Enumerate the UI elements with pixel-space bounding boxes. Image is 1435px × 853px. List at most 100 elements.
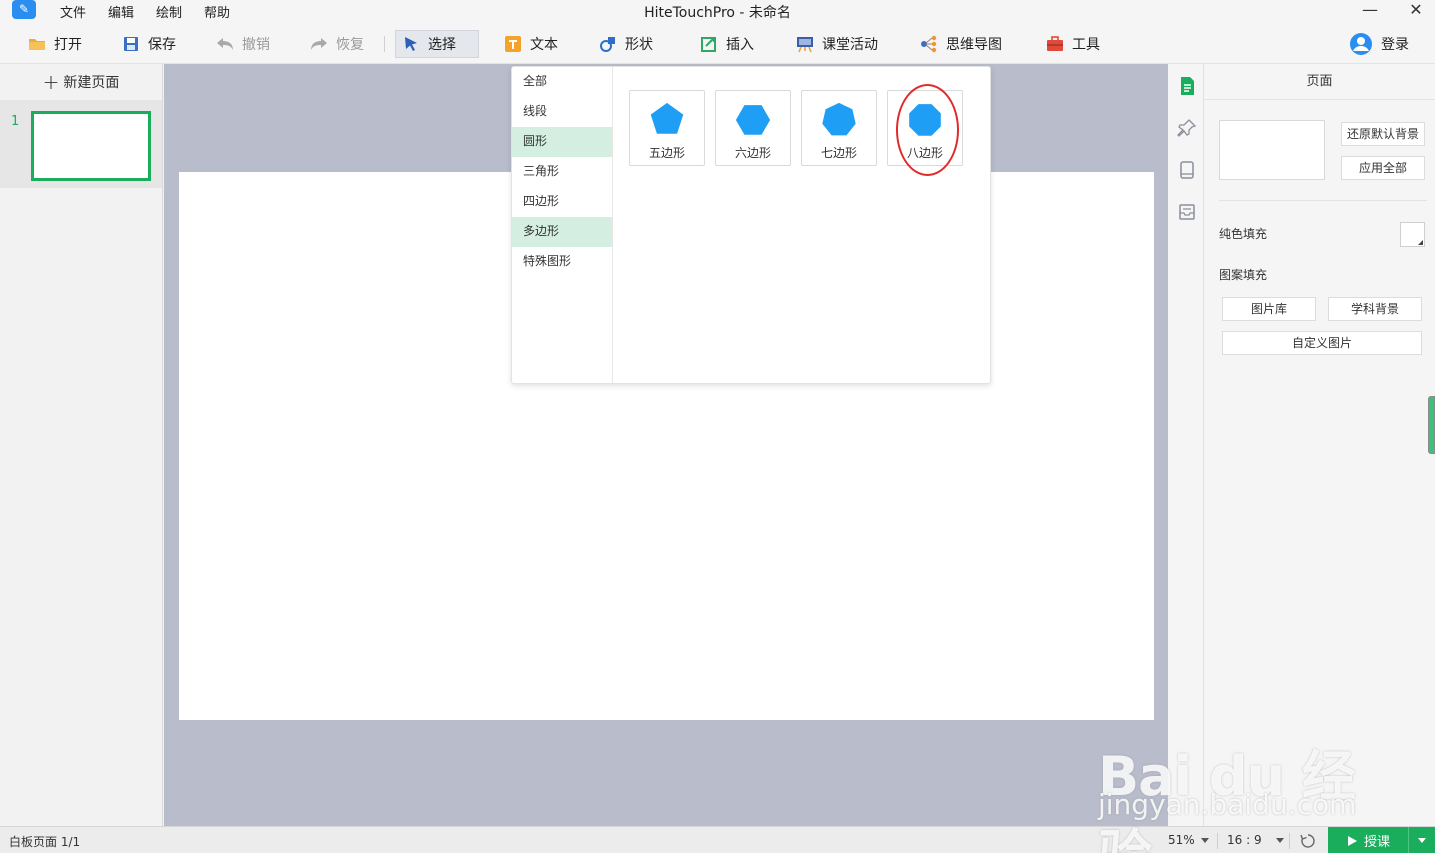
undo-button[interactable]: 撤销 bbox=[210, 30, 276, 58]
shape-pentagon[interactable]: 五边形 bbox=[629, 90, 705, 166]
toolbar-separator bbox=[384, 36, 385, 52]
toolbar: 打开 保存 撤销 恢复 选择 文本 形状 插入 课堂活动 思维导图 工具 登录 bbox=[0, 22, 1435, 64]
aspect-ratio-value: 16 : 9 bbox=[1227, 833, 1262, 847]
login-button[interactable]: 登录 bbox=[1343, 30, 1415, 58]
text-icon bbox=[504, 35, 522, 53]
archive-icon[interactable] bbox=[1177, 202, 1197, 222]
mindmap-button[interactable]: 思维导图 bbox=[914, 30, 1008, 58]
category-circle[interactable]: 圆形 bbox=[512, 127, 612, 157]
cursor-icon bbox=[402, 35, 420, 53]
fill-color-swatch[interactable] bbox=[1400, 222, 1425, 247]
shape-heptagon[interactable]: 七边形 bbox=[801, 90, 877, 166]
menu-edit[interactable]: 编辑 bbox=[108, 2, 134, 21]
subject-background-button[interactable]: 学科背景 bbox=[1328, 297, 1422, 321]
heptagon-icon bbox=[822, 102, 856, 136]
insert-label: 插入 bbox=[726, 37, 754, 53]
minimize-button[interactable]: — bbox=[1355, 0, 1385, 22]
status-separator bbox=[1289, 833, 1290, 849]
shape-hexagon[interactable]: 六边形 bbox=[715, 90, 791, 166]
zoom-value: 51% bbox=[1168, 833, 1195, 847]
window-title: HiteTouchPro - 未命名 bbox=[644, 5, 791, 21]
category-polygon[interactable]: 多边形 bbox=[512, 217, 612, 247]
redo-icon bbox=[310, 35, 328, 53]
pattern-fill-label: 图案填充 bbox=[1219, 268, 1268, 282]
teach-button[interactable]: 授课 bbox=[1328, 827, 1408, 853]
book-icon[interactable] bbox=[1177, 160, 1197, 180]
chevron-down-icon bbox=[1275, 838, 1284, 843]
properties-panel: 页面 还原默认背景 应用全部 纯色填充 图案填充 图片库 学科背景 自定义图片 bbox=[1204, 64, 1435, 826]
open-button[interactable]: 打开 bbox=[22, 30, 88, 58]
status-bar: 白板页面 1/1 51% 16 : 9 授课 bbox=[0, 826, 1435, 853]
menu-help[interactable]: 帮助 bbox=[204, 2, 230, 21]
pentagon-shape bbox=[650, 102, 684, 134]
menu-draw[interactable]: 绘制 bbox=[156, 2, 182, 21]
new-page-button[interactable]: + 新建页面 bbox=[0, 64, 162, 100]
aspect-ratio-select[interactable]: 16 : 9 bbox=[1227, 833, 1284, 847]
pages-panel: + 新建页面 1 bbox=[0, 64, 163, 826]
tools-label: 工具 bbox=[1072, 37, 1100, 53]
custom-image-button[interactable]: 自定义图片 bbox=[1222, 331, 1422, 355]
login-label: 登录 bbox=[1381, 37, 1409, 53]
teach-options-dropdown[interactable] bbox=[1408, 827, 1435, 853]
status-separator bbox=[1217, 833, 1218, 849]
select-label: 选择 bbox=[428, 37, 456, 53]
undo-label: 撤销 bbox=[242, 37, 270, 53]
page-settings-icon[interactable] bbox=[1177, 76, 1197, 96]
shape-octagon[interactable]: 八边形 bbox=[887, 90, 963, 166]
user-avatar-icon bbox=[1349, 32, 1373, 56]
pin-icon[interactable] bbox=[1177, 118, 1197, 138]
classroom-icon bbox=[796, 35, 814, 53]
category-special[interactable]: 特殊图形 bbox=[512, 247, 612, 277]
reset-background-button[interactable]: 还原默认背景 bbox=[1341, 122, 1425, 146]
shape-label: 七边形 bbox=[820, 146, 857, 160]
category-all[interactable]: 全部 bbox=[512, 67, 612, 97]
pentagon-icon bbox=[650, 102, 684, 134]
tools-button[interactable]: 工具 bbox=[1040, 30, 1106, 58]
new-page-label: 新建页面 bbox=[63, 75, 120, 91]
menu-file[interactable]: 文件 bbox=[60, 2, 86, 21]
page-thumbnail[interactable] bbox=[31, 111, 151, 181]
gallery-button[interactable]: 图片库 bbox=[1222, 297, 1316, 321]
page-number: 1 bbox=[11, 114, 20, 129]
insert-icon bbox=[700, 35, 718, 53]
title-bar: ✎ 文件 编辑 绘制 帮助 HiteTouchPro - 未命名 — ✕ bbox=[0, 0, 1435, 22]
shape-picker-popup: 全部 线段 圆形 三角形 四边形 多边形 特殊图形 五边形 六边形 七边形 八边… bbox=[511, 66, 991, 384]
category-quadrilateral[interactable]: 四边形 bbox=[512, 187, 612, 217]
shape-category-list: 全部 线段 圆形 三角形 四边形 多边形 特殊图形 bbox=[512, 67, 613, 383]
text-button[interactable]: 文本 bbox=[498, 30, 564, 58]
shape-grid: 五边形 六边形 七边形 八边形 bbox=[629, 90, 963, 166]
heptagon-shape bbox=[822, 102, 856, 136]
mindmap-icon bbox=[920, 35, 938, 53]
category-triangle[interactable]: 三角形 bbox=[512, 157, 612, 187]
app-logo-icon: ✎ bbox=[12, 0, 36, 19]
octagon-shape bbox=[909, 104, 941, 136]
chevron-down-icon bbox=[1200, 838, 1209, 843]
menu-bar: 文件 编辑 绘制 帮助 bbox=[60, 2, 230, 21]
open-label: 打开 bbox=[54, 37, 82, 53]
category-line[interactable]: 线段 bbox=[512, 97, 612, 127]
insert-button[interactable]: 插入 bbox=[694, 30, 760, 58]
folder-icon bbox=[28, 35, 46, 53]
rotate-gesture-icon[interactable] bbox=[1299, 832, 1317, 850]
redo-label: 恢复 bbox=[336, 37, 364, 53]
undo-icon bbox=[216, 35, 234, 53]
shape-button[interactable]: 形状 bbox=[593, 30, 659, 58]
page-info: 白板页面 1/1 bbox=[9, 835, 81, 849]
activity-button[interactable]: 课堂活动 bbox=[790, 30, 884, 58]
shape-label: 六边形 bbox=[734, 146, 771, 160]
select-button[interactable]: 选择 bbox=[395, 30, 479, 58]
redo-button[interactable]: 恢复 bbox=[304, 30, 370, 58]
apply-all-button[interactable]: 应用全部 bbox=[1341, 156, 1425, 180]
save-button[interactable]: 保存 bbox=[116, 30, 182, 58]
page-thumbnail-row[interactable]: 1 bbox=[0, 100, 162, 188]
zoom-select[interactable]: 51% bbox=[1168, 833, 1209, 847]
panel-scroll-handle[interactable] bbox=[1428, 396, 1435, 454]
properties-divider bbox=[1219, 200, 1427, 201]
side-icon-column bbox=[1168, 64, 1204, 826]
mindmap-label: 思维导图 bbox=[946, 37, 1002, 53]
shape-label: 八边形 bbox=[906, 146, 943, 160]
save-label: 保存 bbox=[148, 37, 176, 53]
activity-label: 课堂活动 bbox=[822, 37, 878, 53]
close-button[interactable]: ✕ bbox=[1401, 0, 1431, 22]
hexagon-shape bbox=[735, 105, 771, 135]
